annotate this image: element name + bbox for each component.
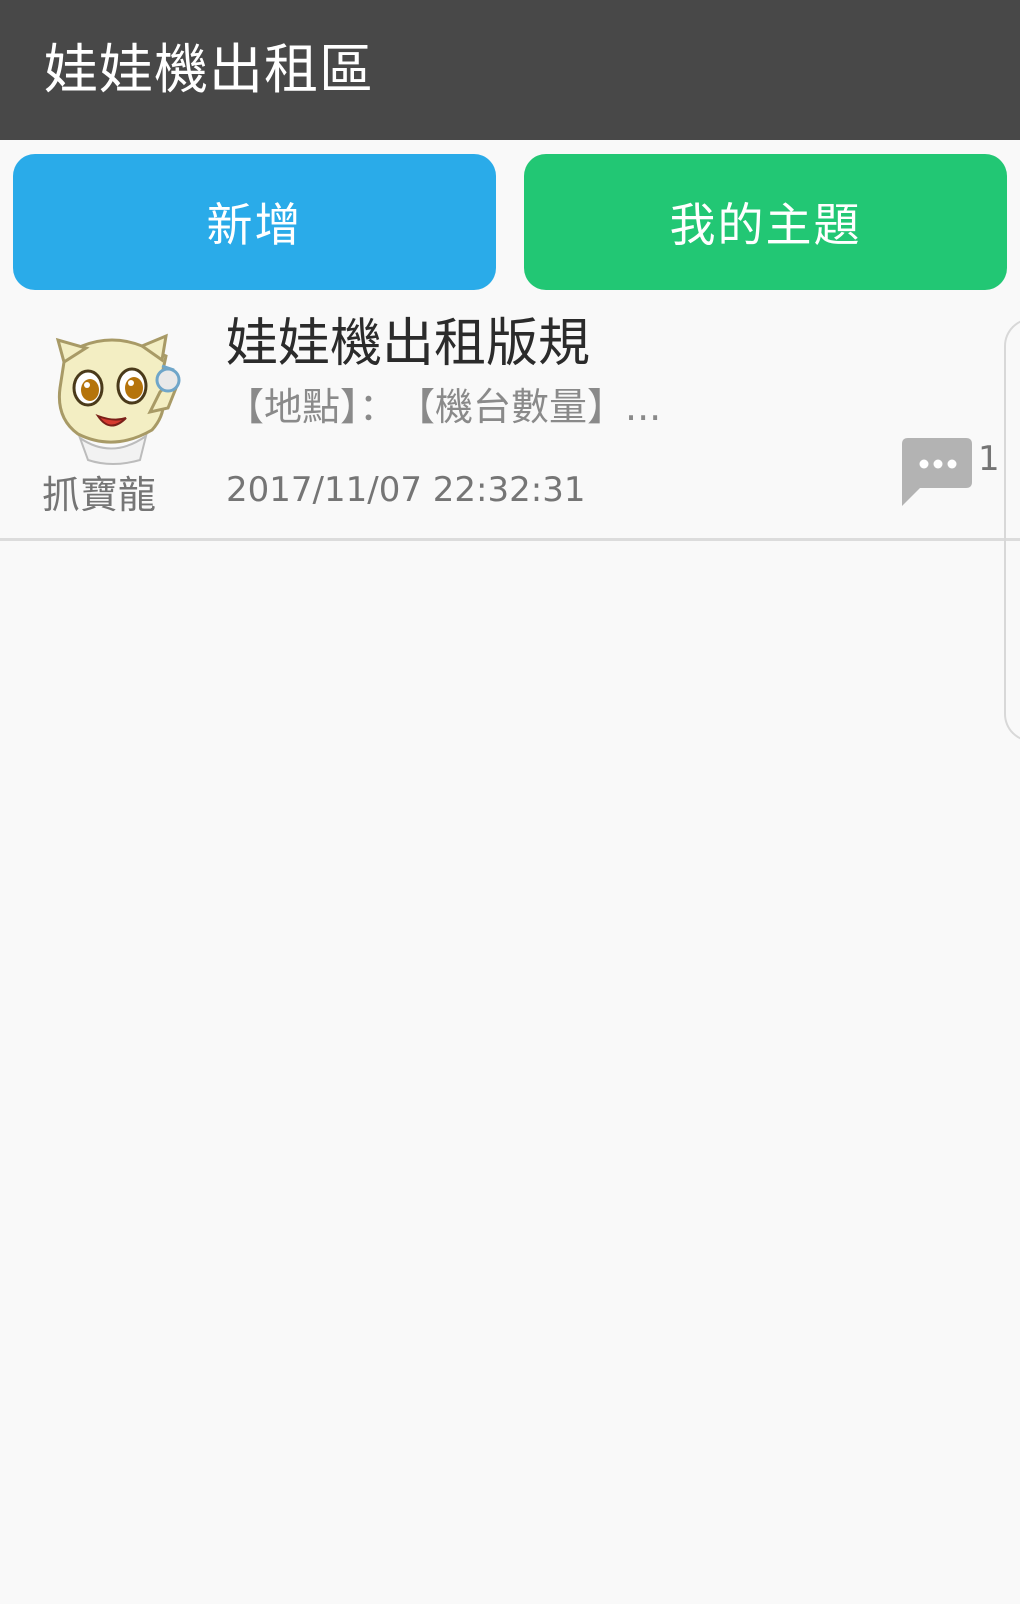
page-title: 娃娃機出租區 [44, 38, 374, 101]
post-list-item[interactable]: 抓寶龍 娃娃機出租版規 【地點】： 【機台數量】... 2017/11/07 2… [0, 300, 1020, 541]
app-bar: 娃娃機出租區 [0, 0, 1020, 140]
add-button[interactable]: 新增 [13, 154, 496, 290]
my-topics-button[interactable]: 我的主題 [524, 154, 1007, 290]
avatar [42, 326, 190, 470]
post-timestamp: 2017/11/07 22:32:31 [226, 470, 586, 510]
edge-screen-handle[interactable] [1004, 318, 1020, 742]
my-topics-button-label: 我的主題 [669, 198, 862, 252]
forum-page: 娃娃機出租區 新增 我的主題 抓寶龍 娃娃機出租版規 【地點】： 【機台數量】.… [0, 0, 1020, 1604]
post-title: 娃娃機出租版規 [226, 314, 591, 374]
comment-bubble-icon [898, 436, 974, 510]
cartoon-creature-avatar-icon [55, 333, 181, 465]
comment-count: 1 [978, 439, 1000, 479]
post-snippet: 【地點】： 【機台數量】... [226, 385, 662, 429]
post-author: 抓寶龍 [42, 473, 157, 517]
add-button-label: 新增 [206, 198, 303, 252]
